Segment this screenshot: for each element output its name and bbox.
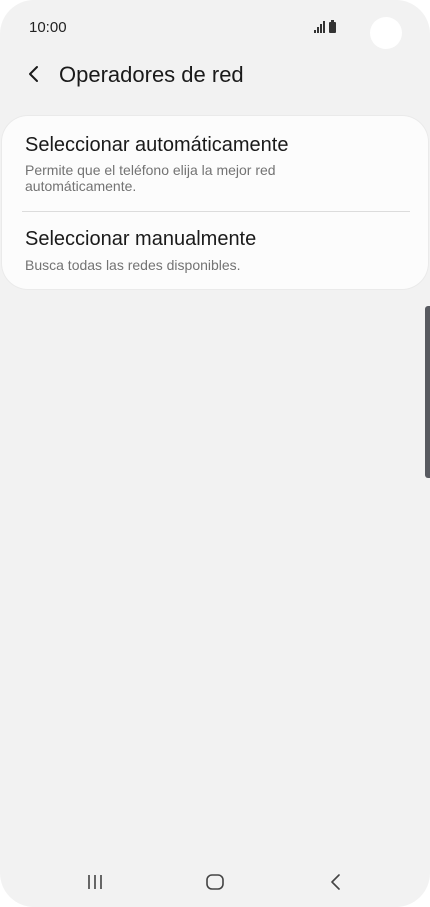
back-nav-button[interactable] — [316, 868, 356, 896]
recent-apps-icon — [88, 875, 102, 889]
back-icon — [331, 874, 340, 890]
select-manually-option[interactable]: Seleccionar manualmente Busca todas las … — [2, 212, 428, 289]
signal-icon — [314, 21, 325, 33]
select-automatically-option[interactable]: Seleccionar automáticamente Permite que … — [2, 116, 428, 211]
scroll-indicator[interactable] — [425, 306, 430, 478]
home-icon — [206, 874, 224, 890]
option-description: Permite que el teléfono elija la mejor r… — [25, 162, 276, 194]
recent-apps-button[interactable] — [75, 868, 115, 896]
home-button[interactable] — [195, 868, 235, 896]
navigation-bar — [0, 858, 430, 906]
camera-cutout — [370, 17, 402, 49]
battery-icon — [329, 20, 336, 33]
option-title: Seleccionar manualmente — [25, 228, 257, 250]
phone-screen: 10:00 Operadores de red Seleccionar auto… — [0, 0, 430, 907]
page-title: Operadores de red — [59, 62, 244, 87]
app-header: Operadores de red — [0, 56, 430, 96]
option-title: Seleccionar automáticamente — [25, 134, 289, 156]
option-description: Busca todas las redes disponibles. — [25, 257, 241, 273]
chevron-left-icon — [29, 66, 38, 82]
status-icons — [314, 19, 336, 33]
status-bar: 10:00 — [0, 0, 430, 56]
status-time: 10:00 — [29, 19, 67, 36]
network-options-card: Seleccionar automáticamente Permite que … — [2, 116, 428, 289]
back-button[interactable] — [18, 58, 50, 90]
